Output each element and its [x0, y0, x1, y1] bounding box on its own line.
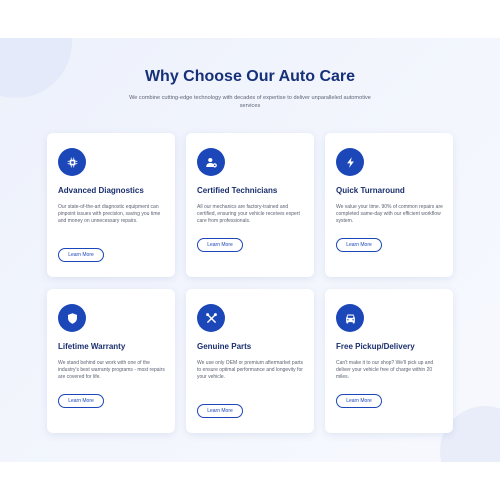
card-title: Certified Technicians: [197, 186, 278, 195]
feature-card-free-pickup-delivery: Free Pickup/Delivery Can't make it to ou…: [325, 289, 453, 433]
feature-card-certified-technicians: Certified Technicians All our mechanics …: [186, 133, 314, 277]
learn-more-button[interactable]: Learn More: [58, 248, 104, 262]
section-subtitle: We combine cutting-edge technology with …: [129, 95, 371, 110]
card-title: Quick Turnaround: [336, 186, 405, 195]
learn-more-button[interactable]: Learn More: [197, 404, 243, 418]
car-icon: [336, 304, 364, 332]
card-description: We value your time. 90% of common repair…: [336, 204, 443, 225]
card-title: Genuine Parts: [197, 342, 252, 351]
card-description: All our mechanics are factory-trained an…: [197, 204, 300, 225]
feature-card-advanced-diagnostics: Advanced Diagnostics Our state-of-the-ar…: [47, 133, 175, 277]
card-description: We stand behind our work with one of the…: [58, 360, 165, 381]
feature-card-genuine-parts: Genuine Parts We use only OEM or premium…: [186, 289, 314, 433]
learn-more-button[interactable]: Learn More: [197, 238, 243, 252]
learn-more-button[interactable]: Learn More: [336, 394, 382, 408]
section-title: Why Choose Our Auto Care: [144, 68, 356, 85]
learn-more-button[interactable]: Learn More: [58, 394, 104, 408]
card-description: We use only OEM or premium aftermarket p…: [197, 360, 304, 381]
tools-icon: [197, 304, 225, 332]
card-title: Free Pickup/Delivery: [336, 342, 415, 351]
microchip-icon: [58, 148, 86, 176]
card-description: Our state-of-the-art diagnostic equipmen…: [58, 204, 161, 225]
card-title: Advanced Diagnostics: [58, 186, 144, 195]
shield-icon: [58, 304, 86, 332]
lightning-bolt-icon: [336, 148, 364, 176]
learn-more-button[interactable]: Learn More: [336, 238, 382, 252]
card-description: Can't make it to our shop? We'll pick up…: [336, 360, 434, 381]
card-title: Lifetime Warranty: [58, 342, 126, 351]
feature-card-quick-turnaround: Quick Turnaround We value your time. 90%…: [325, 133, 453, 277]
feature-card-lifetime-warranty: Lifetime Warranty We stand behind our wo…: [47, 289, 175, 433]
user-gear-icon: [197, 148, 225, 176]
